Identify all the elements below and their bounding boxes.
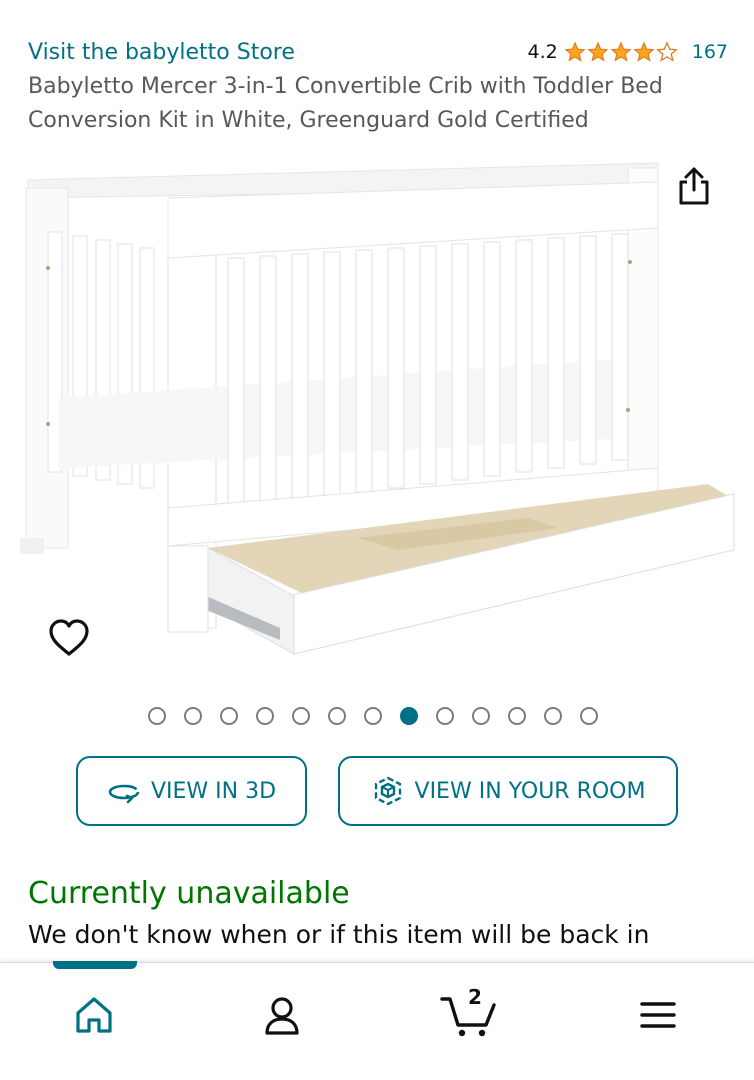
image-carousel-dots [148, 707, 598, 725]
nav-account[interactable] [252, 985, 312, 1045]
star-full-icon [610, 41, 632, 62]
carousel-dot[interactable] [148, 707, 166, 725]
active-tab-indicator [53, 961, 137, 969]
store-rating-row: Visit the babyletto Store 4.2 167 [28, 36, 728, 68]
carousel-dot[interactable] [508, 707, 526, 725]
view-in-3d-button[interactable]: VIEW IN 3D [76, 756, 307, 826]
carousel-dot[interactable] [184, 707, 202, 725]
store-link[interactable]: Visit the babyletto Store [28, 40, 295, 65]
rating-value: 4.2 [527, 41, 558, 63]
carousel-dot[interactable] [436, 707, 454, 725]
carousel-dot[interactable] [220, 707, 238, 725]
carousel-dot[interactable] [256, 707, 274, 725]
view-in-your-room-button[interactable]: VIEW IN YOUR ROOM [338, 756, 678, 826]
bottom-nav-bar: 2 [0, 961, 754, 1080]
crib-illustration [20, 162, 735, 655]
carousel-dot[interactable] [292, 707, 310, 725]
carousel-dot[interactable] [328, 707, 346, 725]
rating-summary[interactable]: 4.2 167 [528, 41, 728, 63]
availability-message: We don't know when or if this item will … [28, 920, 650, 949]
carousel-dot[interactable] [544, 707, 562, 725]
rating-stars [564, 41, 678, 63]
rating-count[interactable]: 167 [692, 41, 728, 63]
home-icon [76, 997, 112, 1033]
wishlist-button[interactable] [48, 618, 90, 658]
star-full-icon [633, 41, 655, 62]
product-title: Babyletto Mercer 3-in-1 Convertible Crib… [28, 74, 663, 133]
star-full-icon [564, 41, 586, 62]
account-icon [265, 997, 299, 1035]
menu-icon [640, 1002, 676, 1028]
heart-icon [49, 619, 89, 656]
carousel-dot[interactable] [472, 707, 490, 725]
star-full-icon [587, 41, 609, 62]
view-in-your-room-label: VIEW IN YOUR ROOM [414, 778, 646, 804]
share-button[interactable] [676, 166, 712, 206]
view-in-3d-label: VIEW IN 3D [150, 778, 277, 804]
ar-cube-icon [374, 776, 401, 806]
carousel-dot[interactable] [580, 707, 598, 725]
rotate-3d-icon [108, 784, 140, 804]
share-icon [679, 167, 709, 205]
carousel-dot[interactable] [364, 707, 382, 725]
availability-status: Currently unavailable [28, 876, 350, 911]
nav-menu[interactable] [628, 985, 688, 1045]
nav-home[interactable] [64, 985, 124, 1045]
cart-count-badge: 2 [468, 985, 482, 1009]
star-empty-icon [656, 41, 678, 62]
nav-cart[interactable]: 2 [440, 985, 500, 1045]
carousel-dot-active[interactable] [400, 707, 418, 725]
product-image[interactable] [18, 158, 738, 658]
